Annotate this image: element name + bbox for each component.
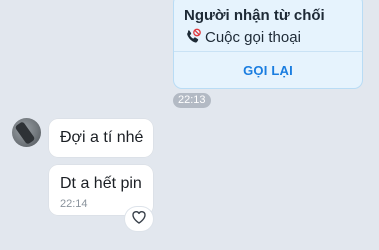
declined-call-icon xyxy=(184,28,202,46)
message-timestamp: 22:14 xyxy=(60,198,88,210)
heart-icon xyxy=(131,210,147,229)
react-button[interactable] xyxy=(125,207,153,231)
call-back-button[interactable]: GỌI LẠI xyxy=(174,52,362,88)
call-status-title: Người nhận từ chối xyxy=(184,7,325,24)
call-type-label: Cuộc gọi thoại xyxy=(205,28,301,46)
message-bubble[interactable]: Đợi a tí nhé xyxy=(49,119,153,157)
call-timestamp: 22:13 xyxy=(173,93,211,108)
message-text: Đợi a tí nhé xyxy=(60,129,144,146)
avatar[interactable] xyxy=(12,118,41,147)
message-text: Dt a hết pin xyxy=(60,175,142,192)
call-type-row: Cuộc gọi thoại xyxy=(184,28,301,46)
declined-call-card: Người nhận từ chối Cuộc gọi thoại GỌI LẠ… xyxy=(173,0,363,89)
